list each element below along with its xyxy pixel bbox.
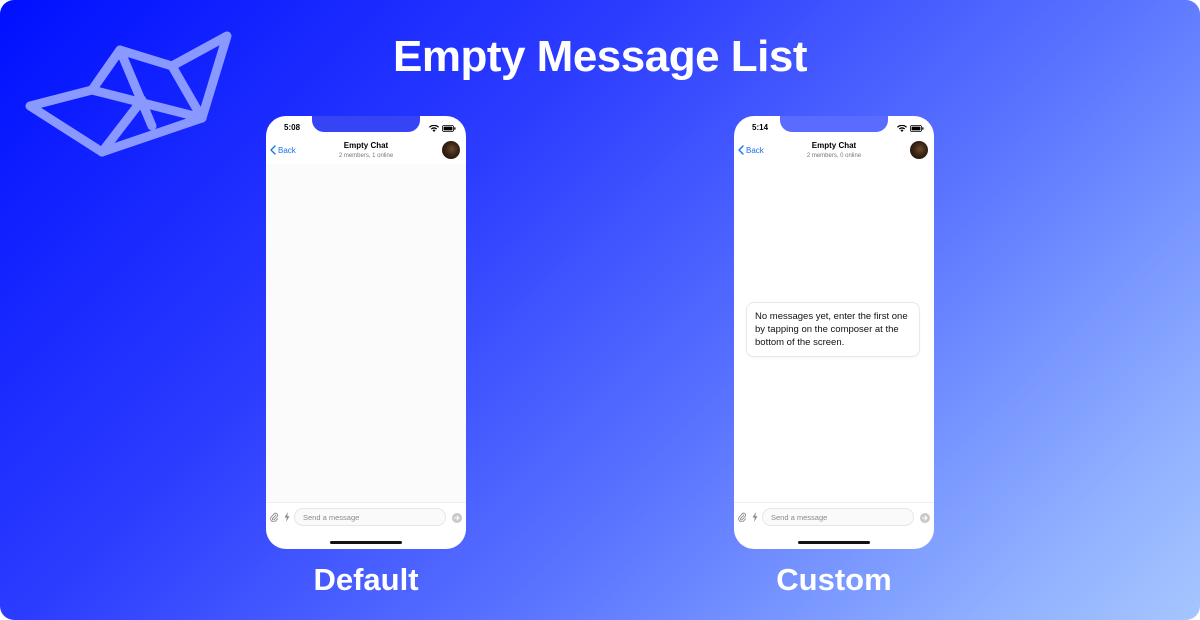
attachment-icon[interactable] [269, 512, 279, 522]
commands-bolt-icon[interactable] [752, 512, 758, 522]
page-title: Empty Message List [392, 32, 808, 81]
send-icon [454, 515, 460, 521]
wifi-icon [429, 124, 439, 132]
avatar[interactable] [910, 141, 928, 159]
chat-title: Empty Chat [343, 141, 389, 150]
avatar[interactable] [442, 141, 460, 159]
phone-custom: 5:14 Back Empty Chat 2 members, 0 online… [734, 116, 934, 549]
send-icon [922, 515, 928, 521]
message-input[interactable] [762, 508, 914, 526]
commands-bolt-icon[interactable] [284, 512, 290, 522]
status-time: 5:14 [752, 123, 769, 132]
status-time: 5:08 [284, 123, 301, 132]
chat-title: Empty Chat [811, 141, 857, 150]
nav-bar: Back Empty Chat 2 members, 0 online [734, 138, 934, 164]
composer [734, 502, 934, 531]
message-list[interactable]: No messages yet, enter the first one by … [734, 164, 934, 502]
chat-subtitle: 2 members, 0 online [806, 153, 862, 159]
status-icons [897, 124, 924, 132]
home-indicator [330, 541, 402, 544]
send-button[interactable] [920, 513, 930, 523]
banner: Empty Message List 5:08 Back Empty Chat … [0, 0, 1200, 620]
empty-state-message: No messages yet, enter the first one by … [746, 302, 920, 357]
phone-default: 5:08 Back Empty Chat 2 members, 1 online [266, 116, 466, 549]
notch [312, 116, 420, 132]
attachment-icon[interactable] [737, 512, 747, 522]
composer [266, 502, 466, 531]
caption-default: Default [313, 562, 419, 597]
message-list[interactable] [266, 164, 466, 502]
wifi-icon [897, 124, 907, 132]
battery-icon [910, 124, 924, 132]
battery-icon [442, 124, 456, 132]
caption-custom: Custom [776, 562, 892, 597]
status-icons [429, 124, 456, 132]
home-indicator [798, 541, 870, 544]
send-button[interactable] [452, 513, 462, 523]
message-input[interactable] [294, 508, 446, 526]
notch [780, 116, 888, 132]
nav-bar: Back Empty Chat 2 members, 1 online [266, 138, 466, 164]
chat-subtitle: 2 members, 1 online [338, 153, 394, 159]
